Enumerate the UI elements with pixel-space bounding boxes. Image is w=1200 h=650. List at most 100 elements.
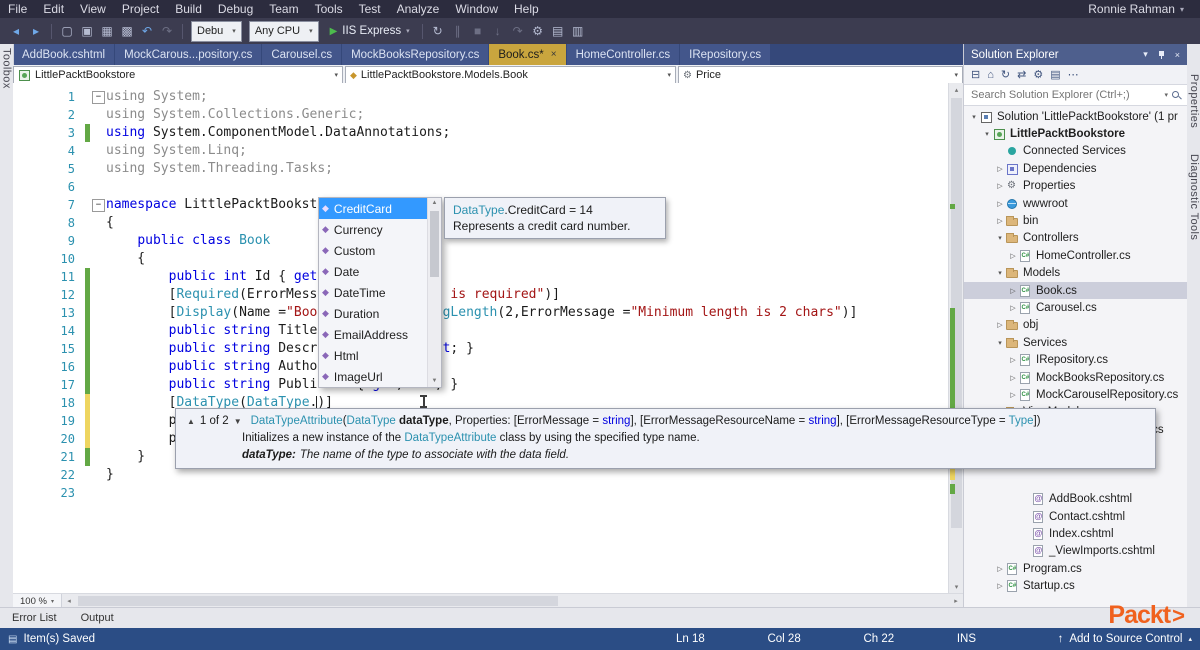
menu-window[interactable]: Window	[447, 0, 506, 18]
code-text[interactable]: using System.Threading.Tasks;	[106, 160, 333, 178]
collapse-all-icon[interactable]: ⊟	[971, 68, 980, 81]
menu-tools[interactable]: Tools	[307, 0, 351, 18]
code-text[interactable]: public class Book	[106, 232, 270, 250]
solution-search-box[interactable]: ▾	[964, 85, 1187, 106]
completion-creditcard[interactable]: ◆ CreditCard	[319, 198, 428, 219]
completion-scrollbar[interactable]: ▲ ▼	[427, 198, 441, 387]
toolbox-tab[interactable]: Toolbox	[1, 48, 13, 89]
nav-forward-icon[interactable]: ▸	[26, 21, 46, 41]
scroll-down-icon[interactable]: ▾	[949, 580, 964, 593]
code-text[interactable]: }	[106, 448, 145, 466]
collapsed-icon[interactable]: ▷	[1007, 391, 1019, 399]
save-all-icon[interactable]: ▩	[117, 21, 137, 41]
panel-tab-output[interactable]: Output	[69, 608, 126, 629]
expanded-icon[interactable]: ▾	[968, 113, 980, 121]
code-text[interactable]: p	[106, 430, 177, 448]
window-position-icon[interactable]: ▾	[1143, 49, 1148, 60]
solution-explorer-header[interactable]: Solution Explorer ▾ ×	[964, 44, 1187, 65]
code-text[interactable]: [Display(Name ="Book Title"), StringLeng…	[106, 304, 858, 322]
debug-configuration-combo[interactable]: Debu ▾	[191, 20, 242, 42]
completion-html[interactable]: ◆ Html	[319, 345, 428, 366]
menu-file[interactable]: File	[0, 0, 35, 18]
completion-currency[interactable]: ◆ Currency	[319, 219, 428, 240]
tree-item-homecontroller-cs[interactable]: ▷ HomeController.cs	[964, 247, 1187, 264]
completion-imageurl[interactable]: ◆ ImageUrl	[319, 366, 428, 387]
scrollbar-thumb[interactable]	[430, 211, 439, 277]
tree-item-viewimports-cshtml[interactable]: _ViewImports.cshtml	[964, 543, 1187, 560]
open-file-icon[interactable]: ▣	[77, 21, 97, 41]
breadcrumb-member-combo[interactable]: ⚙ Price ▾	[678, 66, 963, 84]
collapsed-icon[interactable]: ▷	[994, 582, 1006, 590]
tree-item-mockcarouselrepository-cs[interactable]: ▷ MockCarouselRepository.cs	[964, 386, 1187, 403]
code-text[interactable]: p	[106, 412, 177, 430]
properties-icon[interactable]: ⚙	[1033, 68, 1043, 81]
menu-view[interactable]: View	[72, 0, 114, 18]
collapsed-icon[interactable]: ▷	[994, 321, 1006, 329]
tree-item-models[interactable]: ▾ Models	[964, 265, 1187, 282]
break-all-icon[interactable]: ∥	[448, 21, 468, 41]
completion-duration[interactable]: ◆ Duration	[319, 303, 428, 324]
code-text[interactable]: using System.Collections.Generic;	[106, 106, 364, 124]
step-over-icon[interactable]: ↷	[508, 21, 528, 41]
diagnostic-tools-tab[interactable]: Diagnostic Tools	[1188, 154, 1200, 240]
add-to-source-control-button[interactable]: ↑ Add to Source Control ▴	[992, 633, 1192, 645]
menu-analyze[interactable]: Analyze	[389, 0, 448, 18]
completion-custom[interactable]: ◆ Custom	[319, 240, 428, 261]
start-debugging-button[interactable]: ▶ IIS Express ▾	[323, 25, 417, 37]
code-editor[interactable]: 1− using System; 2 using System.Collections…	[13, 83, 948, 598]
collapsed-icon[interactable]: ▷	[994, 200, 1006, 208]
expanded-icon[interactable]: ▾	[994, 269, 1006, 277]
collapsed-icon[interactable]: ▷	[1007, 252, 1019, 260]
code-text[interactable]: }	[106, 466, 114, 484]
solution-platforms-icon[interactable]: ⚙	[528, 21, 548, 41]
code-text[interactable]: {	[106, 250, 145, 268]
tree-item-book-cs[interactable]: ▷ Book.cs	[964, 281, 1187, 300]
code-text[interactable]: {	[106, 214, 114, 232]
completion-emailaddress[interactable]: ◆ EmailAddress	[319, 324, 428, 345]
menu-test[interactable]: Test	[351, 0, 389, 18]
tree-item-contact-cshtml[interactable]: Contact.cshtml	[964, 508, 1187, 525]
collapsed-icon[interactable]: ▷	[1007, 374, 1019, 382]
pin-icon[interactable]	[1157, 50, 1166, 60]
tree-item-wwwroot[interactable]: ▷ wwwroot	[964, 195, 1187, 212]
redo-icon[interactable]: ↷	[157, 21, 177, 41]
tree-item-littlepacktbookstore[interactable]: ▾ LittlePacktBookstore	[964, 125, 1187, 142]
tab-carousel-cs[interactable]: Carousel.cs	[262, 44, 342, 65]
new-file-icon[interactable]: ▢	[57, 21, 77, 41]
collapse-region-toggle-icon[interactable]: −	[92, 91, 105, 104]
collapsed-icon[interactable]: ▷	[994, 165, 1006, 173]
collapsed-icon[interactable]: ▷	[1007, 304, 1019, 312]
scroll-right-icon[interactable]: ▸	[949, 597, 963, 605]
tree-item-properties[interactable]: ▷ Properties	[964, 178, 1187, 195]
expanded-icon[interactable]: ▾	[981, 130, 993, 138]
menu-team[interactable]: Team	[261, 0, 306, 18]
tree-item-connected-services[interactable]: Connected Services	[964, 143, 1187, 160]
tree-item-services[interactable]: ▾ Services	[964, 334, 1187, 351]
previous-signature-icon[interactable]: ▲	[187, 417, 195, 426]
comment-out-icon[interactable]: ▤	[548, 21, 568, 41]
uncomment-icon[interactable]: ▥	[568, 21, 588, 41]
tree-item-carousel-cs[interactable]: ▷ Carousel.cs	[964, 299, 1187, 316]
collapsed-icon[interactable]: ▷	[994, 182, 1006, 190]
tree-item-bin[interactable]: ▷ bin	[964, 212, 1187, 229]
tree-item-obj[interactable]: ▷ obj	[964, 317, 1187, 334]
properties-tab[interactable]: Properties	[1188, 74, 1200, 128]
scroll-left-icon[interactable]: ◂	[62, 597, 76, 605]
platform-combo[interactable]: Any CPU ▾	[248, 20, 319, 42]
scroll-up-icon[interactable]: ▲	[428, 198, 441, 209]
tab-book-cs[interactable]: Book.cs* ×	[489, 44, 566, 65]
collapsed-icon[interactable]: ▷	[994, 217, 1006, 225]
tree-item-addbook-cshtml[interactable]: AddBook.cshtml	[964, 491, 1187, 508]
zoom-control[interactable]: 100 % ▾	[13, 594, 62, 608]
tree-item-mockbooksrepository-cs[interactable]: ▷ MockBooksRepository.cs	[964, 369, 1187, 386]
code-text[interactable]: using System.ComponentModel.DataAnnotati…	[106, 124, 450, 142]
collapse-region-toggle-icon[interactable]: −	[92, 199, 105, 212]
expanded-icon[interactable]: ▾	[994, 339, 1006, 347]
user-account-button[interactable]: Ronnie Rahman ▾	[1088, 2, 1200, 16]
close-icon[interactable]: ×	[1175, 50, 1180, 60]
menu-help[interactable]: Help	[506, 0, 547, 18]
show-all-files-icon[interactable]: ▤	[1050, 68, 1060, 81]
menu-edit[interactable]: Edit	[35, 0, 72, 18]
scrollbar-track[interactable]	[76, 594, 949, 608]
scroll-up-icon[interactable]: ▴	[949, 83, 964, 96]
